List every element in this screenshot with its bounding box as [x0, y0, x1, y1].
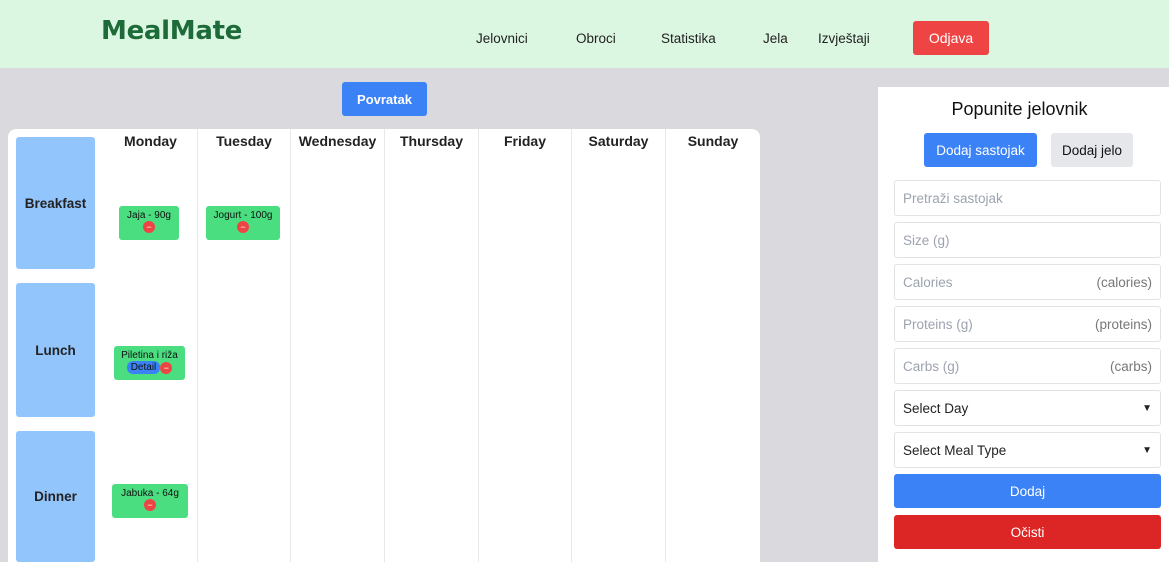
add-button[interactable]: Dodaj: [894, 474, 1161, 508]
food-card-label: Jaja - 90g: [127, 210, 171, 221]
day-header: Thursday: [399, 133, 463, 149]
day-header: Sunday: [687, 133, 739, 149]
chevron-down-icon: ▼: [1142, 444, 1152, 456]
calories-placeholder: Calories: [903, 274, 953, 290]
food-card-jaja[interactable]: Jaja - 90g −: [119, 206, 179, 240]
meal-label-breakfast[interactable]: Breakfast: [16, 137, 95, 269]
nav-jelovnici[interactable]: Jelovnici: [476, 31, 528, 46]
nav-statistika[interactable]: Statistika: [661, 31, 716, 46]
remove-icon[interactable]: −: [237, 221, 249, 233]
food-card-label: Jogurt - 100g: [213, 210, 273, 221]
nav-izvjestaji[interactable]: Izvještaji: [818, 31, 870, 46]
size-placeholder: Size (g): [903, 232, 950, 248]
tab-add-dish[interactable]: Dodaj jelo: [1051, 133, 1133, 167]
day-column-friday: Friday: [479, 129, 572, 562]
carbs-placeholder: Carbs (g): [903, 358, 960, 374]
day-column-saturday: Saturday: [572, 129, 666, 562]
clear-button[interactable]: Očisti: [894, 515, 1161, 549]
carbs-input[interactable]: Carbs (g) (carbs): [894, 348, 1161, 384]
day-column-wednesday: Wednesday: [291, 129, 385, 562]
meal-column: Breakfast Lunch Dinner: [8, 129, 104, 562]
day-header: Saturday: [588, 133, 649, 149]
day-column-sunday: Sunday: [666, 129, 760, 562]
weekly-calendar: Breakfast Lunch Dinner Monday Tuesday We…: [8, 129, 760, 562]
search-placeholder: Pretraži sastojak: [903, 190, 1003, 206]
nav-obroci[interactable]: Obroci: [576, 31, 616, 46]
food-card-jogurt[interactable]: Jogurt - 100g −: [206, 206, 280, 240]
back-button[interactable]: Povratak: [342, 82, 427, 116]
day-header: Friday: [503, 133, 546, 149]
meal-label-dinner[interactable]: Dinner: [16, 431, 95, 562]
day-header: Monday: [124, 133, 177, 149]
meal-label-lunch[interactable]: Lunch: [16, 283, 95, 417]
food-card-jabuka[interactable]: Jabuka - 64g −: [112, 484, 188, 518]
calories-input[interactable]: Calories (calories): [894, 264, 1161, 300]
food-card-label: Jabuka - 64g: [121, 488, 179, 499]
ingredient-search-input[interactable]: Pretraži sastojak: [894, 180, 1161, 216]
remove-icon[interactable]: −: [144, 499, 156, 511]
proteins-input[interactable]: Proteins (g) (proteins): [894, 306, 1161, 342]
day-column-thursday: Thursday: [385, 129, 479, 562]
food-card-label: Piletina i riža: [121, 350, 178, 361]
remove-icon[interactable]: −: [160, 361, 173, 374]
select-day-value: Select Day: [903, 400, 969, 416]
select-meal-value: Select Meal Type: [903, 442, 1007, 458]
calories-suffix: (calories): [1096, 274, 1152, 290]
menu-form-panel: Popunite jelovnik Dodaj sastojak Dodaj j…: [878, 87, 1169, 562]
remove-icon[interactable]: −: [143, 221, 155, 233]
select-meal-type[interactable]: Select Meal Type ▼: [894, 432, 1161, 468]
logout-button[interactable]: Odjava: [913, 21, 989, 55]
size-input[interactable]: Size (g): [894, 222, 1161, 258]
panel-title: Popunite jelovnik: [951, 99, 1088, 119]
proteins-placeholder: Proteins (g): [903, 316, 973, 332]
proteins-suffix: (proteins): [1094, 316, 1152, 332]
food-card-piletina[interactable]: Piletina i riža Detail −: [114, 346, 185, 380]
select-day[interactable]: Select Day ▼: [894, 390, 1161, 426]
detail-button[interactable]: Detail: [126, 361, 161, 374]
day-header: Wednesday: [298, 133, 377, 149]
carbs-suffix: (carbs): [1109, 358, 1152, 374]
day-header: Tuesday: [216, 133, 272, 149]
main-nav: Jelovnici Obroci Statistika Jela Izvješt…: [0, 0, 1169, 68]
chevron-down-icon: ▼: [1142, 402, 1152, 414]
day-column-tuesday: Tuesday: [198, 129, 291, 562]
nav-jela[interactable]: Jela: [763, 31, 788, 46]
tab-add-ingredient[interactable]: Dodaj sastojak: [924, 133, 1037, 167]
top-header: MealMate Jelovnici Obroci Statistika Jel…: [0, 0, 1169, 68]
